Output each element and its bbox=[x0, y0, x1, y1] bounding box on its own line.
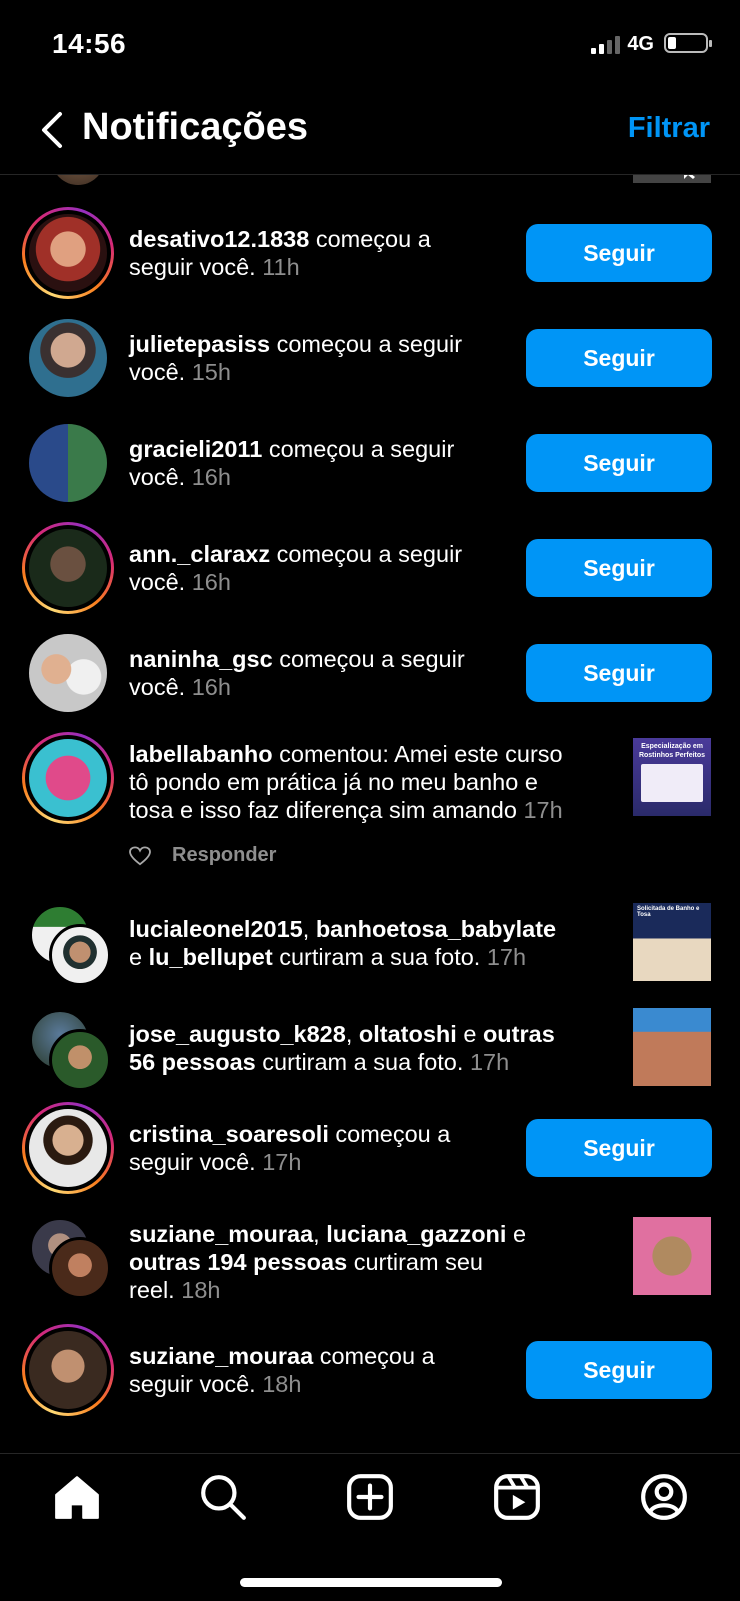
heart-icon[interactable] bbox=[129, 846, 151, 866]
follow-button[interactable]: Seguir bbox=[526, 539, 712, 597]
avatar bbox=[29, 529, 107, 607]
story-ring[interactable] bbox=[22, 207, 114, 299]
home-icon[interactable] bbox=[52, 1472, 102, 1522]
avatar bbox=[29, 214, 107, 292]
story-ring[interactable] bbox=[22, 522, 114, 614]
story-ring[interactable] bbox=[22, 1324, 114, 1416]
battery-icon bbox=[664, 33, 712, 53]
avatar[interactable] bbox=[29, 319, 107, 397]
notification-text: naninha_gsc começou a seguir você. 16h bbox=[129, 646, 465, 700]
avatar[interactable] bbox=[29, 634, 107, 712]
story-ring[interactable] bbox=[22, 1102, 114, 1194]
cursor-icon bbox=[684, 175, 695, 179]
top-bar: Notificações Filtrar bbox=[0, 90, 740, 175]
reels-icon[interactable] bbox=[492, 1472, 542, 1522]
notification-text: jose_augusto_k828, oltatoshi e outras 56… bbox=[129, 1021, 555, 1075]
notifications-list[interactable]: desativo12.1838 começou a seguir você. 1… bbox=[0, 175, 740, 1453]
avatar bbox=[29, 739, 107, 817]
post-thumbnail[interactable]: Solicitada de Banho e Tosa bbox=[633, 903, 711, 981]
follow-button[interactable]: Seguir bbox=[526, 1119, 712, 1177]
notification-text: julietepasiss começou a seguir você. 15h bbox=[129, 331, 463, 385]
network-type: 4G bbox=[627, 33, 654, 55]
bottom-tab-bar bbox=[0, 1453, 740, 1601]
notification-text: labellabanho comentou: Amei este curso t… bbox=[129, 741, 563, 823]
follow-button[interactable]: Seguir bbox=[526, 644, 712, 702]
follow-button[interactable]: Seguir bbox=[526, 1341, 712, 1399]
home-indicator bbox=[240, 1578, 502, 1587]
reel-thumbnail[interactable] bbox=[633, 1217, 711, 1295]
notification-text: gracieli2011 começou a seguir você. 16h bbox=[129, 436, 455, 490]
search-icon[interactable] bbox=[198, 1472, 248, 1522]
thumbnail-caption: Solicitada de Banho e Tosa bbox=[637, 906, 700, 918]
status-bar: 14:56 4G bbox=[0, 0, 740, 90]
notification-text: suziane_mouraa começou a seguir você. 18… bbox=[129, 1343, 435, 1397]
filter-button[interactable]: Filtrar bbox=[628, 112, 710, 145]
story-ring[interactable] bbox=[22, 732, 114, 824]
back-arrow-icon[interactable] bbox=[36, 110, 72, 150]
notification-text: suziane_mouraa, luciana_gazzoni e outras… bbox=[129, 1221, 527, 1303]
avatar[interactable] bbox=[52, 175, 104, 185]
status-time: 14:56 bbox=[52, 28, 127, 59]
notification-text: desativo12.1838 começou a seguir você. 1… bbox=[129, 226, 431, 280]
post-thumbnail[interactable] bbox=[633, 175, 711, 183]
avatar bbox=[29, 1109, 107, 1187]
follow-button[interactable]: Seguir bbox=[526, 329, 712, 387]
avatar bbox=[49, 1237, 111, 1299]
profile-icon[interactable] bbox=[639, 1472, 689, 1522]
follow-button[interactable]: Seguir bbox=[526, 224, 712, 282]
thumbnail-caption: Especialização em Rostinhos Perfeitos bbox=[638, 743, 706, 759]
notification-text: cristina_soaresoli começou a seguir você… bbox=[129, 1121, 451, 1175]
avatar bbox=[49, 1029, 111, 1091]
avatar bbox=[29, 1331, 107, 1409]
post-thumbnail[interactable] bbox=[633, 1008, 711, 1086]
page-title: Notificações bbox=[82, 106, 308, 148]
avatar bbox=[49, 924, 111, 986]
follow-button[interactable]: Seguir bbox=[526, 434, 712, 492]
signal-icon bbox=[591, 36, 620, 54]
avatar[interactable] bbox=[29, 424, 107, 502]
new-post-icon[interactable] bbox=[345, 1472, 395, 1522]
notification-text: ann._claraxz começou a seguir você. 16h bbox=[129, 541, 463, 595]
notification-text: lucialeonel2015, banhoetosa_babylate e l… bbox=[129, 916, 557, 970]
post-thumbnail[interactable]: Especialização em Rostinhos Perfeitos bbox=[633, 738, 711, 816]
reply-button[interactable]: Responder bbox=[172, 844, 276, 867]
